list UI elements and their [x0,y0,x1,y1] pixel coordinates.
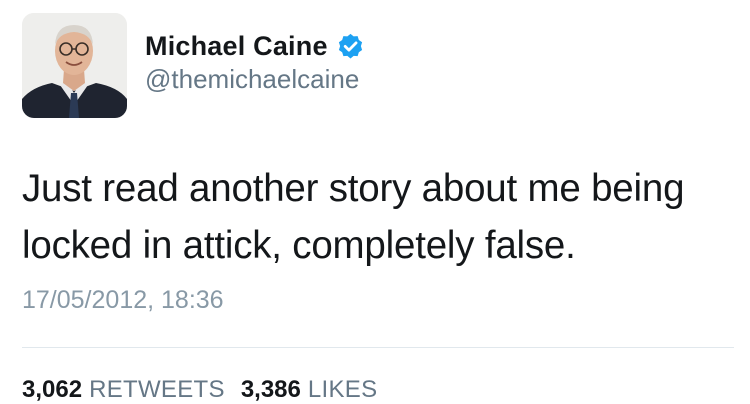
retweets-stat[interactable]: 3,062 RETWEETS [22,376,225,404]
likes-stat[interactable]: 3,386 LIKES [241,376,378,404]
tweet-text: Just read another story about me being l… [22,167,685,267]
display-name[interactable]: Michael Caine [145,31,328,62]
profile-photo-icon [22,13,127,118]
author-name-row: Michael Caine [145,28,365,64]
retweets-count: 3,062 [22,376,83,403]
tweet-timestamp[interactable]: 17/05/2012, 18:36 [22,286,224,315]
engagement-stats: 3,062 RETWEETS 3,386 LIKES [22,376,377,404]
likes-label: LIKES [307,376,378,403]
retweets-label: RETWEETS [89,376,225,403]
user-handle[interactable]: @themichaelcaine [145,64,359,95]
avatar[interactable] [22,13,127,118]
tweet-card: Michael Caine @themichaelcaine Just read… [0,0,750,403]
likes-count: 3,386 [240,376,301,403]
verified-badge-icon [336,32,365,61]
divider [22,347,734,348]
